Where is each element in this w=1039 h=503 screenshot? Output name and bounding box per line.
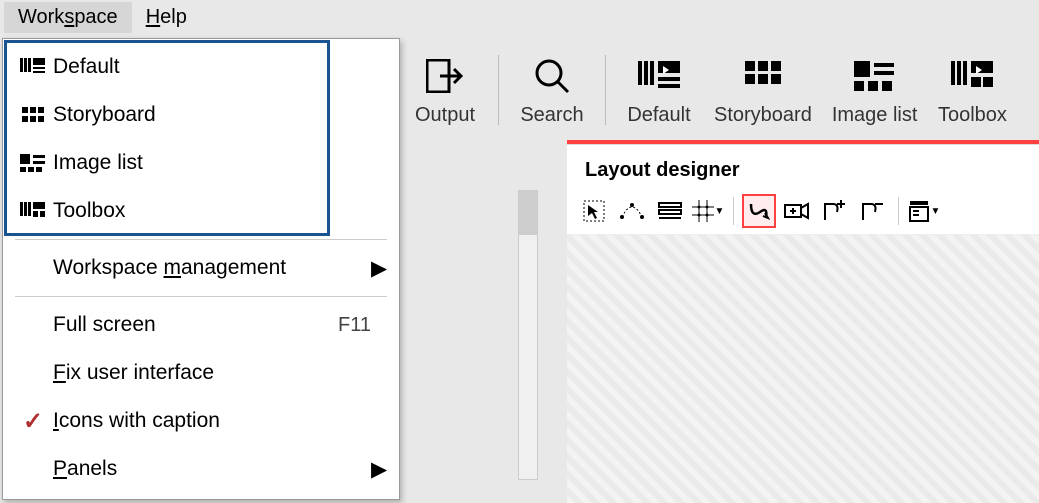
menu-item-workspace-management[interactable]: Workspace management ▶: [3, 244, 399, 292]
menu-workspace[interactable]: Workspace: [4, 2, 132, 33]
toolbox-icon: [950, 54, 994, 98]
menu-item-storyboard[interactable]: Storyboard: [3, 91, 399, 139]
menu-item-label: Image list: [53, 151, 371, 175]
submenu-arrow-icon: ▶: [371, 256, 385, 281]
toolbar-search[interactable]: Search: [517, 43, 587, 138]
menu-separator: [15, 239, 387, 240]
tool-camera[interactable]: [780, 194, 814, 228]
menu-separator: [15, 296, 387, 297]
menu-item-imagelist[interactable]: Image list: [3, 139, 399, 187]
dropdown-arrow-icon: ▼: [931, 206, 941, 217]
tool-curve[interactable]: [742, 194, 776, 228]
toolbar-workspace-default[interactable]: Default: [624, 43, 694, 138]
menu-item-fullscreen[interactable]: Full screen F11: [3, 301, 399, 349]
panel-title: Layout designer: [567, 145, 1039, 192]
toolbar-workspace-storyboard[interactable]: Storyboard: [714, 43, 812, 138]
toolbar-imagelist-label: Image list: [832, 104, 918, 127]
tool-keyframe-remove[interactable]: [856, 194, 890, 228]
menu-item-label: Storyboard: [53, 103, 371, 127]
menu-item-default[interactable]: Default: [3, 43, 399, 91]
menu-item-icons-caption[interactable]: ✓ Icons with caption: [3, 397, 399, 445]
menu-item-label: Toolbox: [53, 199, 371, 223]
menu-item-label: Default: [53, 55, 371, 79]
toolbar-search-label: Search: [520, 104, 583, 127]
menu-item-label: Panels: [53, 457, 371, 481]
imagelist-icon: [852, 54, 898, 98]
tool-grid[interactable]: ▼: [691, 194, 725, 228]
menu-item-label: Workspace management: [53, 256, 371, 280]
workspace-dropdown: Default Storyboard Image list Toolbox Wo…: [2, 38, 400, 500]
toolbar-separator: [898, 197, 899, 225]
menu-item-label: Fix user interface: [53, 361, 371, 385]
submenu-arrow-icon: ▶: [371, 457, 385, 482]
menu-item-fix-ui[interactable]: Fix user interface: [3, 349, 399, 397]
toolbar-workspace-toolbox[interactable]: Toolbox: [937, 43, 1007, 138]
tool-keyframe-add[interactable]: [818, 194, 852, 228]
default-icon: [637, 54, 681, 98]
menu-item-label: Full screen: [53, 313, 338, 337]
toolbar-workspace-imagelist[interactable]: Image list: [832, 43, 918, 138]
imagelist-icon: [13, 153, 53, 173]
toolbar-toolbox-label: Toolbox: [938, 104, 1007, 127]
menu-help[interactable]: Help: [132, 2, 201, 33]
menubar: Workspace Help: [0, 0, 1039, 34]
scrollbar[interactable]: [518, 190, 538, 480]
tool-select[interactable]: [577, 194, 611, 228]
toolbar-output-label: Output: [415, 104, 475, 127]
toolbar-default-label: Default: [627, 104, 690, 127]
tool-lines[interactable]: [653, 194, 687, 228]
menu-item-toolbox[interactable]: Toolbox: [3, 187, 399, 235]
tool-properties[interactable]: ▼: [907, 194, 941, 228]
toolbar-separator: [498, 55, 499, 125]
tool-bezier[interactable]: [615, 194, 649, 228]
toolbar-separator: [733, 197, 734, 225]
dropdown-arrow-icon: ▼: [715, 206, 725, 217]
scrollbar-thumb[interactable]: [519, 191, 537, 235]
menu-shortcut: F11: [338, 314, 371, 337]
toolbar-storyboard-label: Storyboard: [714, 104, 812, 127]
designer-toolbar: ▼ ▼: [567, 192, 1039, 235]
storyboard-icon: [13, 106, 53, 124]
storyboard-icon: [743, 54, 783, 98]
checkmark-icon: ✓: [23, 407, 43, 436]
toolbar-output[interactable]: Output: [410, 43, 480, 138]
toolbox-icon: [13, 201, 53, 221]
layout-designer-panel: Layout designer ▼ ▼: [567, 144, 1039, 503]
designer-canvas[interactable]: [567, 235, 1039, 503]
output-icon: [426, 54, 464, 98]
menu-item-label: Icons with caption: [53, 409, 371, 433]
default-icon: [13, 57, 53, 77]
menu-item-panels[interactable]: Panels ▶: [3, 445, 399, 493]
search-icon: [532, 54, 572, 98]
toolbar-separator: [605, 55, 606, 125]
